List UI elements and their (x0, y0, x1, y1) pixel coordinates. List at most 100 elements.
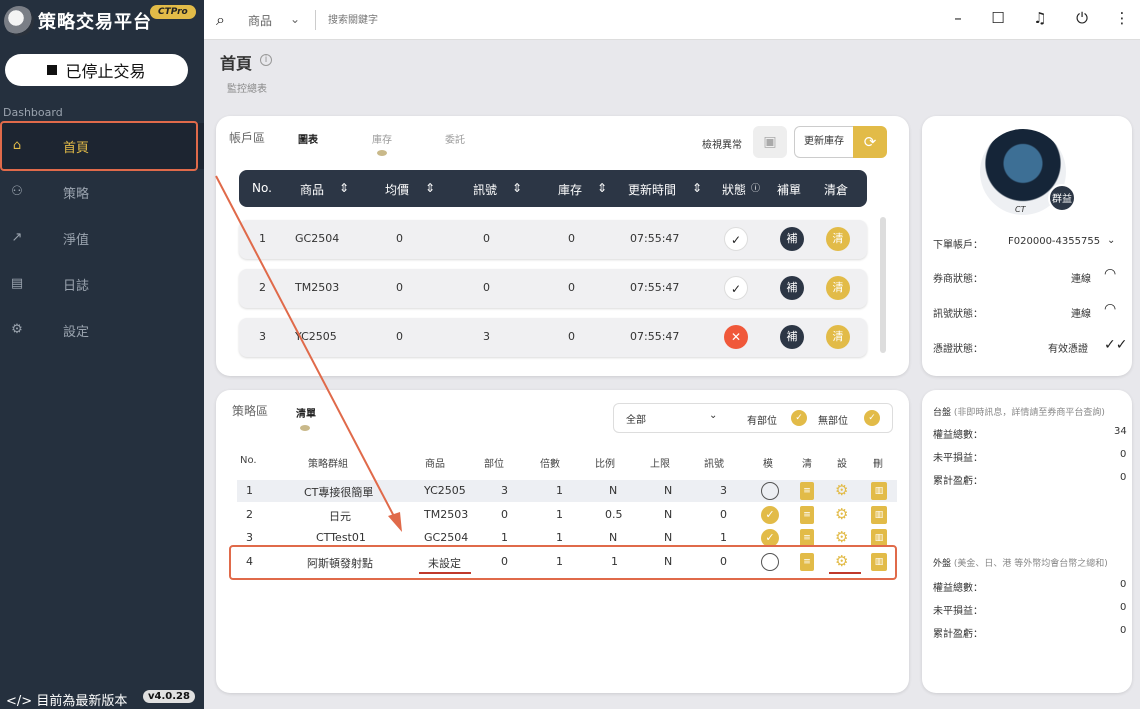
gear-icon[interactable]: ⚙ (835, 528, 848, 546)
col-mode: 模 (763, 459, 773, 470)
document-icon[interactable]: ≡ (800, 506, 814, 524)
sidebar-item-label: 日誌 (63, 278, 90, 294)
scrollbar[interactable] (880, 217, 886, 353)
strategy-icon: ⚇ (11, 184, 23, 199)
table-row: 1 GC2504 0 0 0 07:55:47 ✓ 補 清 (239, 220, 867, 259)
tab-chart[interactable]: 圖表 (298, 131, 318, 146)
col-delete: 刪 (873, 459, 883, 470)
summary-value: 0 (1120, 602, 1127, 613)
info-icon[interactable]: i (260, 54, 272, 66)
col-signal[interactable]: 訊號 (473, 181, 497, 198)
col-avg[interactable]: 均價 (385, 181, 409, 198)
version-label: 目前為最新版本 (36, 694, 128, 709)
search-input[interactable] (328, 10, 528, 30)
category-select[interactable]: 商品 (248, 12, 272, 29)
col-clear: 清倉 (824, 183, 849, 197)
sort-icon[interactable]: ⇕ (512, 181, 522, 195)
bell-icon[interactable]: ♫ (1030, 9, 1050, 27)
summary-label: 權益總數： (933, 583, 983, 594)
mode-toggle[interactable] (761, 553, 779, 571)
resend-button[interactable]: 補 (780, 325, 804, 349)
cell-ratio: 0.5 (605, 508, 623, 521)
sort-icon[interactable]: ⇕ (339, 181, 349, 195)
gear-icon[interactable]: ⚙ (835, 481, 848, 499)
cell-position: 0 (501, 508, 508, 521)
document-icon[interactable]: ≡ (800, 529, 814, 547)
col-limit: 上限 (650, 459, 670, 470)
resend-button[interactable]: 補 (780, 276, 804, 300)
foreign-title: 外盤 (933, 559, 952, 569)
version-text: </> 目前為最新版本 (6, 690, 127, 709)
no-position-toggle[interactable]: ✓ (864, 410, 880, 426)
trash-icon[interactable]: ▥ (871, 482, 887, 500)
clear-button[interactable]: 清 (826, 325, 850, 349)
tab-inventory[interactable]: 庫存 (372, 131, 392, 146)
filter-select[interactable]: 全部 (626, 411, 646, 426)
check-anomaly-button[interactable]: ▣ (753, 126, 787, 158)
chevron-down-icon[interactable]: ⌄ (290, 12, 300, 26)
cell-time: 07:55:47 (630, 232, 680, 245)
gear-icon[interactable]: ⚙ (835, 552, 848, 570)
sidebar-item-settings[interactable]: ⚙ 設定 (0, 307, 204, 353)
sidebar-item-netvalue[interactable]: ↗ 淨值 (0, 215, 204, 261)
cell-multiple: 1 (556, 531, 563, 544)
col-symbol[interactable]: 商品 (300, 181, 324, 198)
col-time[interactable]: 更新時間 (628, 181, 676, 198)
cell-stock: 0 (568, 232, 575, 245)
cell-signal: 0 (483, 232, 490, 245)
sort-icon[interactable]: ⇕ (692, 181, 702, 195)
broker-status-value: 連線 (1071, 274, 1091, 285)
table-row: 3 YC2505 0 3 0 07:55:47 ✕ 補 清 (239, 318, 867, 357)
summary-label: 累計盈虧： (933, 629, 983, 640)
cell-signal: 3 (720, 484, 727, 497)
sidebar-item-log[interactable]: ▤ 日誌 (0, 261, 204, 307)
document-icon[interactable]: ≡ (800, 482, 814, 500)
chevron-down-icon[interactable]: ⌄ (709, 410, 717, 421)
tab-orders[interactable]: 委託 (445, 131, 465, 146)
gear-icon[interactable]: ⚙ (835, 505, 848, 523)
sidebar-item-strategy[interactable]: ⚇ 策略 (0, 169, 204, 215)
app-title: 策略交易平台 (38, 12, 152, 33)
trash-icon[interactable]: ▥ (871, 553, 887, 571)
chat-icon[interactable]: ☐ (988, 9, 1008, 27)
mode-toggle[interactable]: ✓ (761, 529, 779, 547)
domestic-title: 台盤 (933, 408, 952, 418)
summary-value: 0 (1120, 472, 1127, 483)
sort-icon[interactable]: ⇕ (425, 181, 435, 195)
cell-avg: 0 (396, 330, 403, 343)
power-icon[interactable]: ⏻ (1072, 9, 1092, 27)
chevron-down-icon[interactable]: ⌄ (1107, 235, 1115, 246)
cell-signal: 0 (483, 281, 490, 294)
ctpro-badge: CTPro (150, 5, 196, 19)
trash-icon[interactable]: ▥ (871, 506, 887, 524)
cell-multiple: 1 (556, 508, 563, 521)
trash-icon[interactable]: ▥ (871, 529, 887, 547)
trading-status-button[interactable]: 已停止交易 (5, 54, 188, 86)
sidebar-item-label: 淨值 (63, 232, 90, 248)
mode-toggle[interactable]: ✓ (761, 506, 779, 524)
search-icon[interactable]: ⌕ (216, 10, 225, 30)
cell-time: 07:55:47 (630, 330, 680, 343)
clear-button[interactable]: 清 (826, 227, 850, 251)
minimize-icon[interactable]: – (948, 9, 968, 27)
col-stock[interactable]: 庫存 (558, 181, 582, 198)
help-icon[interactable]: ⓘ (751, 181, 760, 194)
account-select[interactable]: F020000-4355755 (1008, 236, 1100, 247)
mode-toggle[interactable] (761, 482, 779, 500)
update-inventory-button[interactable]: 更新庫存 (794, 126, 854, 158)
sidebar-item-home[interactable]: ⌂ 首頁 (0, 123, 204, 169)
broker-badge: 群益 (1048, 184, 1076, 212)
cell-position: 1 (501, 531, 508, 544)
clear-button[interactable]: 清 (826, 276, 850, 300)
document-icon[interactable]: ≡ (800, 553, 814, 571)
resend-button[interactable]: 補 (780, 227, 804, 251)
has-position-toggle[interactable]: ✓ (791, 410, 807, 426)
sort-icon[interactable]: ⇕ (597, 181, 607, 195)
cell-symbol: TM2503 (295, 281, 340, 294)
tab-list[interactable]: 清單 (296, 405, 316, 420)
cell-symbol: YC2505 (424, 484, 466, 497)
more-icon[interactable]: ⋮ (1112, 9, 1132, 27)
cell-no: 3 (259, 330, 266, 343)
refresh-icon[interactable]: ⟳ (853, 126, 887, 158)
cell-symbol: TM2503 (424, 508, 469, 521)
